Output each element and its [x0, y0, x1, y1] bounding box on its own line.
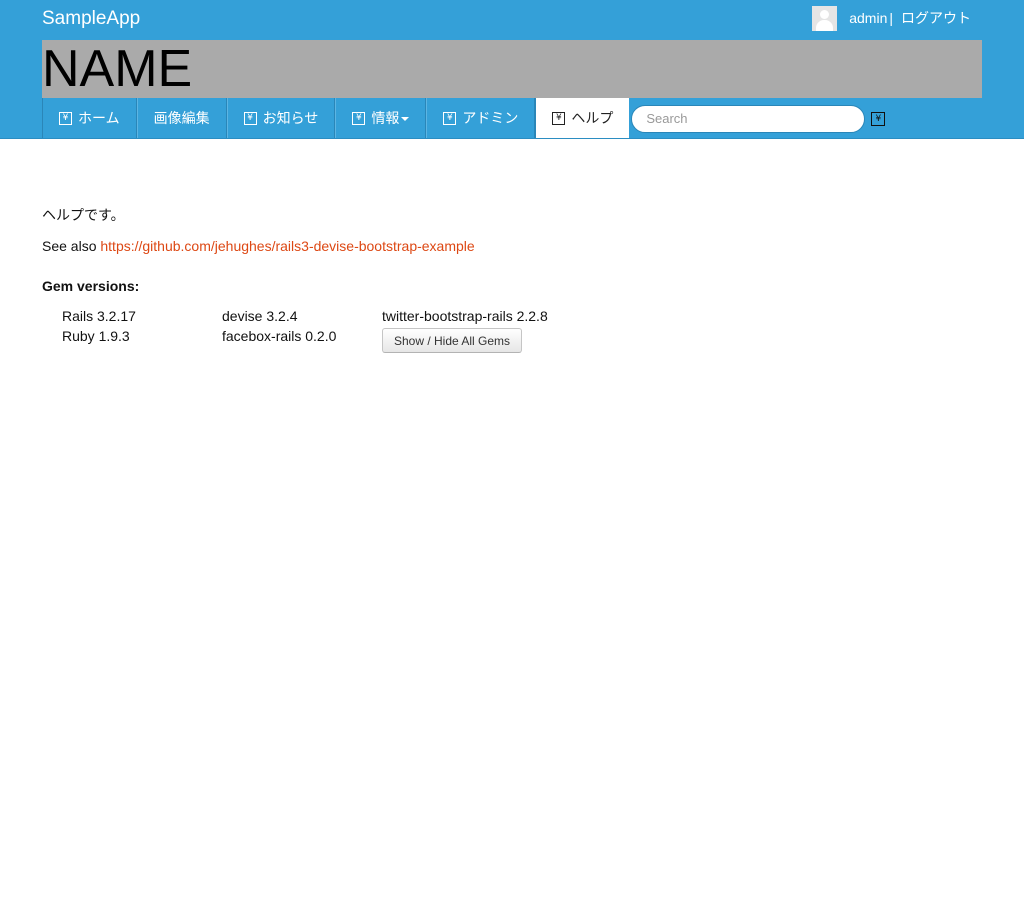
help-icon: ¥: [552, 111, 566, 125]
nav-item-notices[interactable]: ¥ お知らせ: [226, 98, 336, 138]
main-content: ヘルプです。 See also https://github.com/jehug…: [42, 205, 982, 353]
nav-label-admin: アドミン: [462, 110, 519, 126]
main-nav: ¥ ホーム 画像編集 ¥ お知らせ ¥ 情報 ¥ アドミン ¥ ヘルプ ¥: [42, 98, 886, 139]
help-text: ヘルプです。: [42, 207, 125, 223]
search-form: ¥: [631, 98, 886, 139]
notice-icon: ¥: [243, 111, 257, 125]
gem-twitter-bootstrap-rails: twitter-bootstrap-rails 2.2.8: [382, 308, 548, 324]
nav-item-home[interactable]: ¥ ホーム: [42, 98, 137, 138]
search-input[interactable]: [631, 104, 866, 133]
nav-item-help[interactable]: ¥ ヘルプ: [535, 98, 630, 138]
toggle-cell: Show / Hide All Gems: [382, 326, 582, 353]
nav-item-info[interactable]: ¥ 情報: [335, 98, 427, 138]
app-header: SampleApp admin | ログアウト NAME ¥ ホーム 画像編集 …: [0, 0, 1024, 139]
nav-item-image-edit[interactable]: 画像編集: [136, 98, 227, 138]
chevron-down-icon: [401, 117, 410, 121]
nav-item-admin[interactable]: ¥ アドミン: [426, 98, 536, 138]
user-separator: |: [889, 10, 893, 26]
nav-label-notices: お知らせ: [262, 110, 319, 126]
avatar[interactable]: [812, 5, 838, 31]
gem-devise: devise 3.2.4: [222, 308, 298, 324]
gem-heading: Gem versions:: [42, 278, 140, 294]
search-icon[interactable]: ¥: [871, 111, 886, 126]
info-icon: ¥: [352, 111, 366, 125]
gem-ruby: Ruby 1.9.3: [62, 328, 130, 344]
name-banner: NAME: [42, 40, 982, 98]
admin-icon: ¥: [443, 111, 457, 125]
show-hide-gems-button[interactable]: Show / Hide All Gems: [382, 328, 522, 353]
user-name[interactable]: admin: [849, 10, 887, 26]
gem-list: Rails 3.2.17 devise 3.2.4 twitter-bootst…: [62, 306, 982, 353]
gem-facebox-rails: facebox-rails 0.2.0: [222, 328, 337, 344]
nav-label-home: ホーム: [78, 110, 120, 126]
nav-label-info: 情報: [371, 110, 400, 126]
nav-label-image-edit: 画像編集: [153, 110, 210, 126]
gem-rails: Rails 3.2.17: [62, 308, 136, 324]
logout-link[interactable]: ログアウト: [901, 8, 971, 28]
home-icon: ¥: [59, 111, 72, 125]
github-link[interactable]: https://github.com/jehughes/rails3-devis…: [100, 238, 474, 254]
nav-label-help: ヘルプ: [571, 110, 614, 126]
brand-link[interactable]: SampleApp: [42, 8, 140, 30]
avatar-head: [820, 9, 830, 19]
banner-title: NAME: [42, 40, 193, 98]
avatar-body: [816, 19, 834, 31]
user-menu: admin | ログアウト: [812, 5, 971, 31]
see-also-prefix: See also: [42, 238, 97, 254]
see-also: See also https://github.com/jehughes/rai…: [42, 236, 982, 256]
